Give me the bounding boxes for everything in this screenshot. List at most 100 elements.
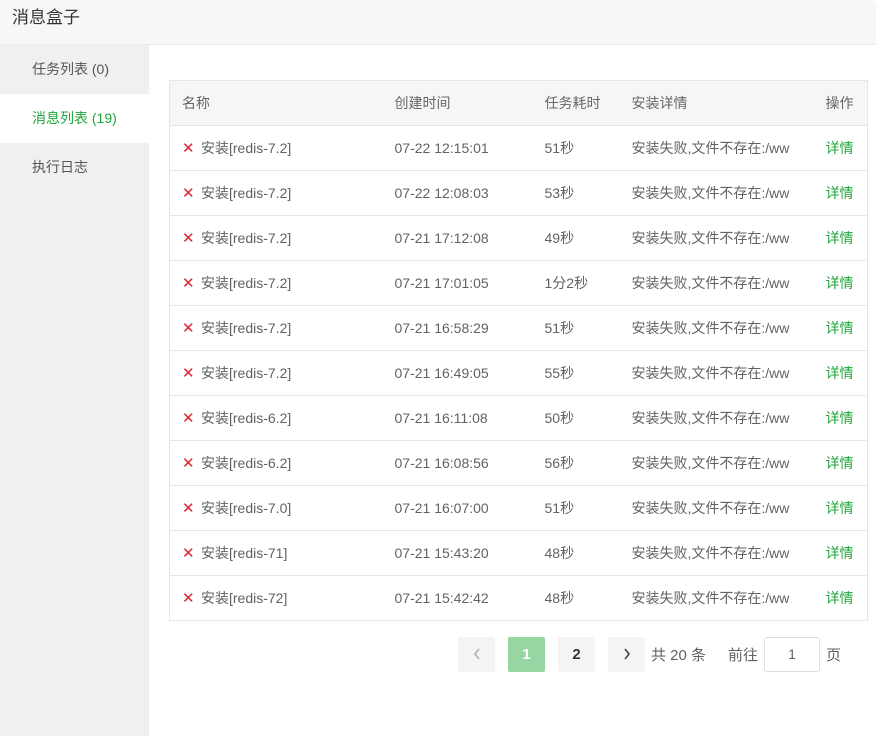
- message-table: 名称 创建时间 任务耗时 安装详情 操作 ✕ 安装[redis-7.2] 07-22…: [169, 80, 868, 621]
- task-duration: 50秒: [532, 395, 620, 441]
- created-time: 07-22 12:15:01: [382, 125, 533, 171]
- task-duration: 49秒: [532, 215, 620, 261]
- close-icon: ✕: [182, 590, 195, 607]
- install-detail: 安装失败,文件不存在:/ww: [619, 350, 814, 396]
- sidebar-item-label: 任务列表 (0): [32, 61, 109, 77]
- task-name-cell: ✕ 安装[redis-6.2]: [169, 395, 383, 441]
- task-name: 安装[redis-7.2]: [201, 275, 292, 291]
- detail-link[interactable]: 详情: [826, 185, 854, 201]
- task-name: 安装[redis-7.0]: [201, 500, 292, 516]
- close-icon: ✕: [182, 455, 195, 472]
- install-detail: 安装失败,文件不存在:/ww: [619, 125, 814, 171]
- created-time: 07-21 15:43:20: [382, 530, 533, 576]
- prev-page-button[interactable]: [458, 636, 495, 672]
- table-row: ✕ 安装[redis-72] 07-21 15:42:42 48秒 安装失败,文件不存在…: [170, 576, 868, 621]
- action-cell: 详情: [813, 350, 868, 396]
- pagination: 1 2 共 20 条 前往 页: [458, 636, 841, 672]
- page-button-2[interactable]: 2: [558, 636, 595, 672]
- detail-link[interactable]: 详情: [826, 320, 854, 336]
- sidebar-item-task-list[interactable]: 任务列表 (0): [0, 45, 149, 94]
- install-detail: 安装失败,文件不存在:/ww: [619, 485, 814, 531]
- column-header-install-detail: 安装详情: [619, 80, 814, 126]
- table-row: ✕ 安装[redis-7.0] 07-21 16:07:00 51秒 安装失败,文件不存…: [169, 485, 868, 531]
- detail-link[interactable]: 详情: [826, 545, 854, 561]
- created-time: 07-21 16:11:08: [382, 395, 533, 441]
- goto-label: 前往: [728, 646, 759, 664]
- detail-link[interactable]: 详情: [826, 590, 854, 606]
- close-icon: ✕: [182, 365, 195, 382]
- detail-link[interactable]: 详情: [826, 365, 854, 381]
- task-name: 安装[redis-7.2]: [201, 140, 292, 156]
- next-page-button[interactable]: [608, 636, 645, 672]
- task-name-cell: ✕ 安装[redis-6.2]: [169, 440, 383, 486]
- task-duration: 55秒: [532, 350, 620, 396]
- detail-link[interactable]: 详情: [826, 230, 854, 246]
- total-count: 共 20 条: [651, 646, 707, 664]
- install-detail: 安装失败,文件不存在:/ww: [619, 260, 814, 306]
- task-duration: 1分2秒: [532, 260, 620, 306]
- task-name-cell: ✕ 安装[redis-7.2]: [169, 125, 383, 171]
- task-name-cell: ✕ 安装[redis-7.0]: [169, 485, 383, 531]
- task-duration: 51秒: [532, 305, 620, 351]
- table-row: ✕ 安装[redis-71] 07-21 15:43:20 48秒 安装失败,文件不存在…: [169, 530, 868, 576]
- table-row: ✕ 安装[redis-7.2] 07-21 17:01:05 1分2秒 安装失败,文件不…: [169, 260, 868, 306]
- detail-link[interactable]: 详情: [826, 140, 854, 156]
- table-row: ✕ 安装[redis-7.2] 07-21 16:58:29 51秒 安装失败,文件不存…: [169, 305, 868, 351]
- created-time: 07-21 16:08:56: [382, 440, 533, 486]
- close-icon: ✕: [182, 140, 195, 157]
- table-row: ✕ 安装[redis-7.2] 07-21 17:12:08 49秒 安装失败,文件不存…: [169, 215, 868, 261]
- action-cell: 详情: [813, 485, 868, 531]
- page-button-1[interactable]: 1: [508, 636, 545, 672]
- column-header-duration: 任务耗时: [532, 80, 620, 126]
- task-name: 安装[redis-6.2]: [201, 455, 292, 471]
- detail-link[interactable]: 详情: [826, 410, 854, 426]
- action-cell: 详情: [813, 440, 868, 486]
- task-duration: 48秒: [544, 590, 575, 606]
- goto-page-input[interactable]: [764, 636, 821, 672]
- action-cell: 详情: [813, 215, 868, 261]
- close-icon: ✕: [182, 185, 195, 202]
- close-icon: ✕: [182, 500, 195, 517]
- action-cell: 详情: [813, 530, 868, 576]
- close-icon: ✕: [182, 275, 195, 292]
- created-time: 07-21 16:58:29: [382, 305, 533, 351]
- task-name-cell: ✕ 安装[redis-72]: [170, 576, 383, 621]
- task-name: 安装[redis-71]: [201, 545, 288, 561]
- detail-link[interactable]: 详情: [826, 455, 854, 471]
- created-time: 07-21 15:42:42: [394, 590, 489, 606]
- sidebar-item-execution-log[interactable]: 执行日志: [0, 143, 149, 192]
- chevron-left-icon: [473, 648, 480, 660]
- sidebar-item-label: 消息列表 (19): [32, 110, 117, 126]
- task-name-cell: ✕ 安装[redis-7.2]: [169, 215, 383, 261]
- table-row: ✕ 安装[redis-7.2] 07-22 12:15:01 51秒 安装失败,文件不存…: [169, 125, 868, 171]
- install-detail: 安装失败,文件不存在:/ww: [619, 215, 814, 261]
- detail-link[interactable]: 详情: [826, 500, 854, 516]
- install-detail: 安装失败,文件不存在:/ww: [619, 440, 814, 486]
- table-row: ✕ 安装[redis-7.2] 07-21 16:49:05 55秒 安装失败,文件不存…: [169, 350, 868, 396]
- install-detail: 安装失败,文件不存在:/ww: [619, 530, 814, 576]
- created-time: 07-21 16:07:00: [382, 485, 533, 531]
- install-detail: 安装失败,文件不存在:/ww: [619, 305, 814, 351]
- action-cell: 详情: [813, 170, 868, 216]
- table-row: ✕ 安装[redis-6.2] 07-21 16:08:56 56秒 安装失败,文件不存…: [169, 440, 868, 486]
- task-name-cell: ✕ 安装[redis-71]: [169, 530, 383, 576]
- task-duration: 51秒: [532, 485, 620, 531]
- detail-link[interactable]: 详情: [826, 275, 854, 291]
- task-name: 安装[redis-6.2]: [201, 410, 292, 426]
- column-header-created-time: 创建时间: [382, 80, 533, 126]
- install-detail: 安装失败,文件不存在:/ww: [631, 590, 790, 606]
- task-name-cell: ✕ 安装[redis-7.2]: [169, 170, 383, 216]
- action-cell: 详情: [813, 395, 868, 441]
- action-cell: 详情: [813, 125, 868, 171]
- task-duration: 51秒: [532, 125, 620, 171]
- action-cell: 详情: [814, 576, 868, 621]
- task-name: 安装[redis-7.2]: [201, 230, 292, 246]
- table-row: ✕ 安装[redis-7.2] 07-22 12:08:03 53秒 安装失败,文件不存…: [169, 170, 868, 216]
- sidebar: 任务列表 (0) 消息列表 (19) 执行日志: [0, 45, 149, 736]
- page-suffix: 页: [826, 646, 842, 664]
- install-detail: 安装失败,文件不存在:/ww: [619, 395, 814, 441]
- created-time: 07-22 12:08:03: [382, 170, 533, 216]
- column-header-action: 操作: [813, 80, 868, 126]
- sidebar-item-message-list[interactable]: 消息列表 (19): [0, 94, 149, 143]
- title-bar: 消息盒子: [0, 0, 876, 45]
